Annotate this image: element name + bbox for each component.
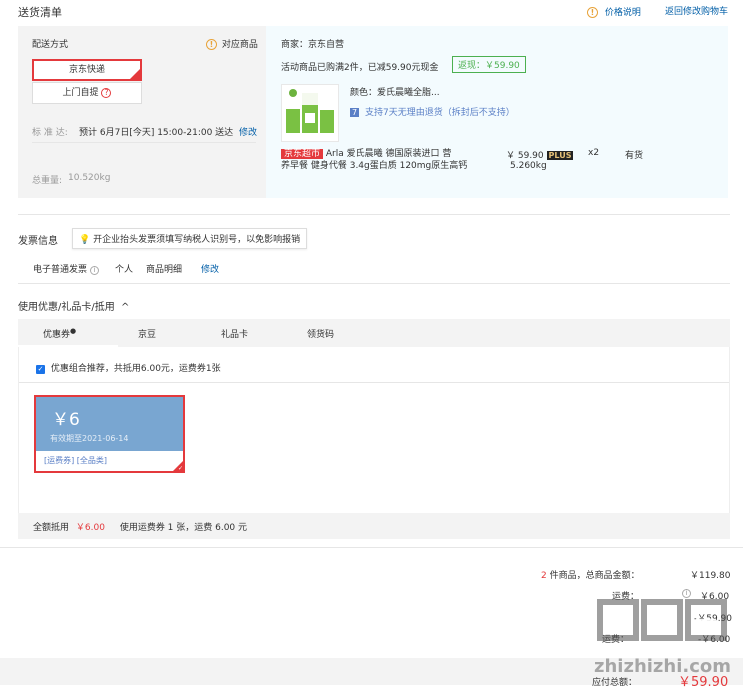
invoice-modify-link[interactable]: 修改 [201, 262, 219, 275]
invoice-type: 电子普通发票 i [33, 262, 99, 275]
price-value: ￥ 59.90 [506, 151, 544, 161]
tab-gift-card[interactable]: 礼品卡 [221, 327, 248, 340]
coupon-footer: 全额抵用 ￥6.00 使用运费券 1 张，运费 6.00 元 [33, 520, 247, 533]
coupon-amount: ￥6 [52, 410, 80, 430]
schedule-label: 标 准 达: [32, 128, 68, 138]
coupon-footer-prefix: 全额抵用 [33, 523, 70, 533]
return-policy: 7 支持7天无理由退货（拆封后不支持） [350, 105, 515, 118]
delivery-method-label: 配送方式 [32, 40, 69, 50]
divider [18, 283, 730, 284]
coupon-card-top: ￥6 有效期至2021-06-14 [36, 397, 183, 451]
divider [0, 547, 743, 548]
merchant-panel: 商家：京东自营 活动商品已购满2件，已减59.90元现金 返现：￥59.90 颜… [266, 26, 728, 198]
coupon-tag-all: [全品类] [76, 456, 108, 465]
combo-recommend[interactable]: ✓ 优惠组合推荐，共抵用6.00元，运费券1张 [36, 361, 221, 374]
page-title: 送货清单 [18, 6, 62, 19]
promo-text: 活动商品已购满2件，已减59.90元现金 [281, 63, 439, 73]
delivery-panel: 配送方式 ! 对应商品 京东快递 上门自提 ? 标 准 达: 预计 6月7日[今… [18, 26, 266, 198]
rebate-badge: 返现：￥59.90 [452, 56, 526, 73]
invoice-tip-text: 开企业抬头发票须填写纳税人识别号，以免影响报销 [93, 235, 301, 245]
return-policy-label: 支持7天无理由退货（拆封后不支持） [364, 108, 515, 118]
price-note-link[interactable]: ! 价格说明 [587, 5, 641, 18]
watermark-logo-icon [597, 599, 727, 641]
chevron-up-icon: ^ [120, 302, 130, 313]
coupon-expiry: 有效期至2021-06-14 [50, 434, 129, 443]
tab-coupons[interactable]: 优惠券● [43, 327, 76, 340]
weight-label: 总重量: [32, 176, 63, 186]
help-icon[interactable]: ? [101, 88, 112, 98]
combo-text: 优惠组合推荐，共抵用6.00元，运费券1张 [50, 364, 221, 374]
watermark-site: zhizhizhi.com [594, 656, 732, 677]
matching-goods-link[interactable]: ! 对应商品 [206, 37, 258, 50]
summary-count: 2 件商品，总商品金额： [541, 568, 640, 581]
product-name-line2: 养早餐 健身代餐 3.4g蛋白质 120mg原生高钙 [281, 161, 468, 171]
product-name-line1: Arla 爱氏晨曦 德国原装进口 营 [325, 149, 452, 159]
tab-redeem-code[interactable]: 领货码 [307, 327, 334, 340]
question-icon: ! [587, 7, 598, 18]
invoice-title: 发票信息 [18, 236, 58, 247]
matching-goods-label: 对应商品 [221, 40, 258, 50]
invoice-type-label: 电子普通发票 [33, 265, 88, 275]
info-icon[interactable]: i [89, 266, 99, 275]
tab-label: 优惠券 [43, 330, 71, 340]
summary-total: ￥119.80 [690, 571, 731, 581]
product-qty: x2 [588, 148, 600, 158]
divider [18, 214, 730, 215]
shipping-option-label: 京东快递 [68, 65, 105, 75]
milk-box-illustration [286, 89, 334, 133]
product-price: ￥ 59.90 PLUS [506, 148, 574, 161]
product-color: 颜色：爱氏晨曦全脂... [350, 88, 440, 98]
selected-check-icon [173, 461, 183, 472]
watermark-logo [594, 596, 732, 653]
schedule-value: 预计 6月7日[今天] 15:00-21:00 送达 [79, 128, 234, 138]
plus-badge: PLUS [546, 151, 574, 160]
divider [19, 382, 729, 383]
tab-jd-beans[interactable]: 京豆 [138, 327, 156, 340]
invoice-personal: 个人 [115, 265, 134, 275]
product-image[interactable] [281, 84, 339, 142]
weight-value: 10.520kg [68, 173, 111, 183]
coupon-tag-freight: [运费券] [44, 456, 75, 465]
product-name[interactable]: 京东超市 Arla 爱氏晨曦 德国原装进口 营 养早餐 健身代餐 3.4g蛋白质… [281, 148, 481, 172]
shipping-option-pickup[interactable]: 上门自提 ? [32, 82, 142, 104]
checkbox-checked-icon[interactable]: ✓ [36, 365, 45, 374]
shipping-option-label: 上门自提 [62, 88, 99, 98]
coupon-card[interactable]: ￥6 有效期至2021-06-14 [运费券] [全品类] [34, 395, 185, 473]
selected-check-icon [130, 62, 140, 80]
back-to-cart-link[interactable]: 返回修改购物车 [665, 4, 728, 17]
schedule-modify-link[interactable]: 修改 [239, 125, 257, 138]
merchant-label: 商家：京东自营 [281, 40, 345, 50]
lightbulb-icon: 💡 [79, 235, 91, 245]
item-count: 2 [541, 571, 547, 581]
product-weight: 5.260kg [510, 161, 547, 171]
stock-status: 有货 [625, 151, 644, 161]
coupon-section-title: 使用优惠/礼品卡/抵用 [18, 302, 115, 313]
invoice-detail: 商品明细 [146, 265, 183, 275]
coupon-section-toggle[interactable]: 使用优惠/礼品卡/抵用 ^ [18, 298, 129, 313]
invoice-tip: 💡 开企业抬头发票须填写纳税人识别号，以免影响报销 [72, 228, 308, 249]
question-icon: ! [206, 39, 217, 50]
divider [32, 142, 256, 143]
jd-market-badge: 京东超市 [281, 149, 324, 159]
return-icon: 7 [350, 108, 360, 117]
price-note-label: 价格说明 [604, 8, 641, 18]
coupon-tabs: 优惠券● 京豆 礼品卡 领货码 [18, 319, 730, 347]
coupon-footer-suffix: 使用运费券 1 张，运费 6.00 元 [119, 523, 248, 533]
coupon-tags: [运费券] [全品类] [44, 455, 107, 466]
shipping-option-jd-express[interactable]: 京东快递 [32, 59, 142, 81]
coupon-footer-amount: ￥6.00 [75, 523, 105, 533]
item-count-label: 件商品，总商品金额： [549, 571, 640, 581]
